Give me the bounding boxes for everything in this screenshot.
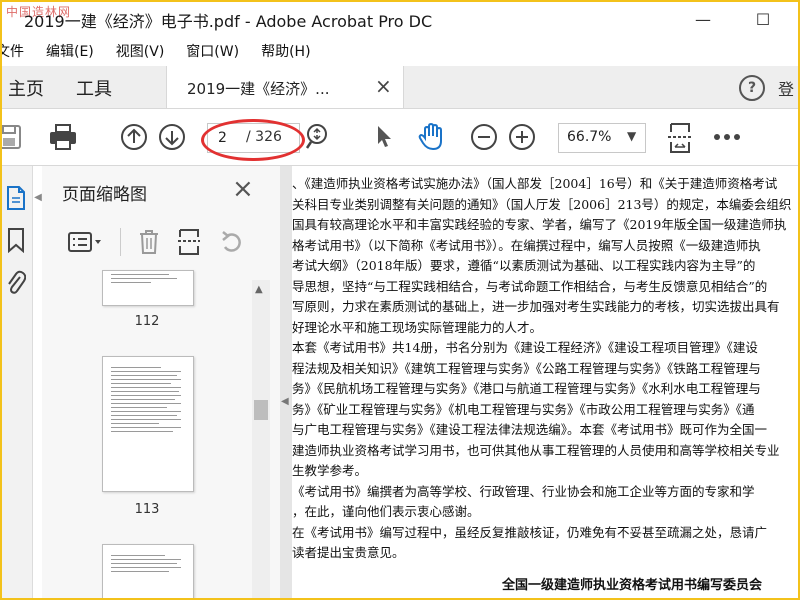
rotate-page-icon[interactable] [218, 228, 244, 256]
thumbnail-options-icon[interactable] [66, 230, 104, 254]
more-options-icon[interactable] [712, 123, 742, 151]
page-thumbnail-label: 113 [134, 502, 160, 517]
document-text: 、《建造师执业资格考试实施办法》（国人部发［2004］16号）和《关于建造师资格… [292, 174, 798, 564]
maximize-button[interactable]: ☐ [740, 2, 786, 36]
menu-view[interactable]: 视图(V) [116, 41, 165, 61]
left-navigation-rail [2, 166, 33, 598]
page-thumbnails-icon[interactable] [4, 184, 28, 212]
document-signature: 全国一级建造师执业资格考试用书编写委员会 [502, 578, 763, 593]
menu-file[interactable]: 文件 [2, 41, 24, 61]
attachment-icon[interactable] [4, 268, 28, 298]
document-line: ，在此，谨向他们表示衷心感谢。 [292, 504, 480, 519]
zoom-value: 66.7% [567, 129, 612, 145]
zoom-dropdown[interactable]: 66.7% ▼ [558, 123, 646, 153]
tab-bar: 主页 工具 2019一建《经济》... × ? 登 [2, 66, 798, 109]
tab-document[interactable]: 2019一建《经济》... × [166, 66, 404, 108]
document-line: 本套《考试用书》共14册，书名分别为《建设工程经济》《建设工程项目管理》《建设 [292, 340, 758, 355]
zoom-out-icon[interactable] [470, 123, 498, 151]
fit-page-icon[interactable] [666, 121, 694, 155]
toolbar-divider [120, 228, 121, 256]
page-thumbnail[interactable] [102, 270, 194, 306]
document-line: 、《建造师执业资格考试实施办法》（国人部发［2004］16号）和《关于建造师资格… [292, 176, 778, 191]
document-line: 与广电工程管理与实务》《建设工程法律法规选编》。本套《考试用书》既可作为全国一 [292, 422, 768, 437]
menu-edit[interactable]: 编辑(E) [46, 41, 94, 61]
select-cursor-icon[interactable] [372, 123, 396, 151]
tab-tools[interactable]: 工具 [76, 75, 112, 101]
chevron-down-icon: ▼ [627, 129, 637, 143]
document-line: 考试大纲》（2018年版）要求，遵循“以素质测试为基础、以工程实践内容为主导”的 [292, 258, 756, 273]
document-line: 程法规及相关知识》《建筑工程管理与实务》《公路工程管理与实务》《铁路工程管理与 [292, 360, 761, 376]
scroll-up-icon[interactable]: ▲ [255, 284, 263, 295]
document-line: 生教学参考。 [292, 463, 368, 478]
document-line: 好理论水平和施工现场实际管理能力的人才。 [292, 319, 543, 335]
page-number-box: / 326 [207, 123, 300, 153]
menu-bar: 文件 编辑(E) 视图(V) 窗口(W) 帮助(H) [2, 38, 798, 64]
document-line: 《考试用书》编撰者为高等学校、行政管理、行业协会和施工企业等方面的专家和学 [292, 483, 755, 499]
document-line: 关科目专业类别调整有关问题的通知》（国人厅发［2006］213号）的规定，本编委… [292, 196, 792, 212]
hand-tool-icon[interactable] [416, 121, 448, 153]
tab-home[interactable]: 主页 [8, 75, 44, 101]
sign-in-label[interactable]: 登 [778, 76, 794, 100]
scrollbar-thumb[interactable] [254, 400, 268, 420]
page-number-input[interactable] [216, 127, 246, 149]
menu-help[interactable]: 帮助(H) [261, 41, 310, 61]
thumbnails-toolbar [42, 220, 280, 264]
panel-splitter[interactable]: ◀ [280, 166, 292, 598]
extract-page-icon[interactable] [176, 228, 202, 256]
zoom-in-icon[interactable] [508, 123, 536, 151]
title-bar: 中国造林网 2019一建《经济》电子书.pdf - Adobe Acrobat … [2, 2, 798, 36]
splitter-arrow-icon[interactable]: ◀ [281, 396, 289, 407]
next-page-icon[interactable] [158, 123, 186, 151]
tab-document-label: 2019一建《经济》... [187, 80, 330, 98]
print-icon[interactable] [46, 121, 80, 153]
document-line: 国具有较高理论水平和丰富实践经验的专家、学者，编写了《2019年版全国一级建造师… [292, 217, 787, 232]
page-thumbnail[interactable] [102, 356, 194, 492]
menu-window[interactable]: 窗口(W) [186, 41, 239, 61]
previous-page-icon[interactable] [120, 123, 148, 151]
thumbnails-panel: 页面缩略图 × ▲ 112 113 [42, 166, 281, 598]
save-icon[interactable] [2, 123, 26, 151]
page-thumbnail-label: 112 [134, 314, 160, 329]
minimize-button[interactable]: — [680, 2, 726, 36]
thumbnails-scrollbar[interactable]: ▲ [252, 280, 270, 598]
page-thumbnail[interactable] [102, 544, 194, 598]
help-icon[interactable]: ? [739, 75, 765, 101]
acrobat-window: 中国造林网 2019一建《经济》电子书.pdf - Adobe Acrobat … [0, 0, 800, 600]
bookmark-icon[interactable] [4, 226, 28, 254]
document-line: 格考试用书》（以下简称《考试用书》）。在编撰过程中，编写人员按照《一级建造师执 [292, 237, 761, 253]
document-line: 写原则，力求在素质测试的基础上，进一步加强对考生实践能力的考核，切实选拔出具有 [292, 299, 780, 314]
document-line: 导思想，坚持“与工程实践相结合，与考试命题工作相结合，与考生反馈意见相结合”的 [292, 278, 768, 294]
document-line: 务》《矿业工程管理与实务》《机电工程管理与实务》《市政公用工程管理与实务》《通 [292, 401, 755, 417]
tab-close-icon[interactable]: × [375, 74, 392, 98]
document-view[interactable]: 、《建造师执业资格考试实施办法》（国人部发［2004］16号）和《关于建造师资格… [292, 166, 798, 598]
close-panel-icon[interactable]: × [232, 174, 254, 204]
thumbnails-panel-title: 页面缩略图 [62, 185, 147, 205]
document-line: 在《考试用书》编写过程中，虽经反复推敲核证，仍难免有不妥甚至疏漏之处，恳请广 [292, 524, 768, 540]
zoom-page-icon[interactable] [304, 123, 330, 151]
document-line: 读者提出宝贵意见。 [292, 545, 405, 560]
document-line: 建造师执业资格考试学习用书，也可供其他从事工程管理的人员使用和高等学校相关专业 [292, 442, 780, 458]
window-title: 2019一建《经济》电子书.pdf - Adobe Acrobat Pro DC [24, 12, 433, 31]
toolbar: / 326 66.7% ▼ [2, 109, 798, 166]
delete-page-icon[interactable] [136, 228, 162, 256]
page-total: / 326 [246, 129, 282, 145]
document-line: 务》《民航机场工程管理与实务》《港口与航道工程管理与实务》《水利水电工程管理与 [292, 381, 761, 396]
